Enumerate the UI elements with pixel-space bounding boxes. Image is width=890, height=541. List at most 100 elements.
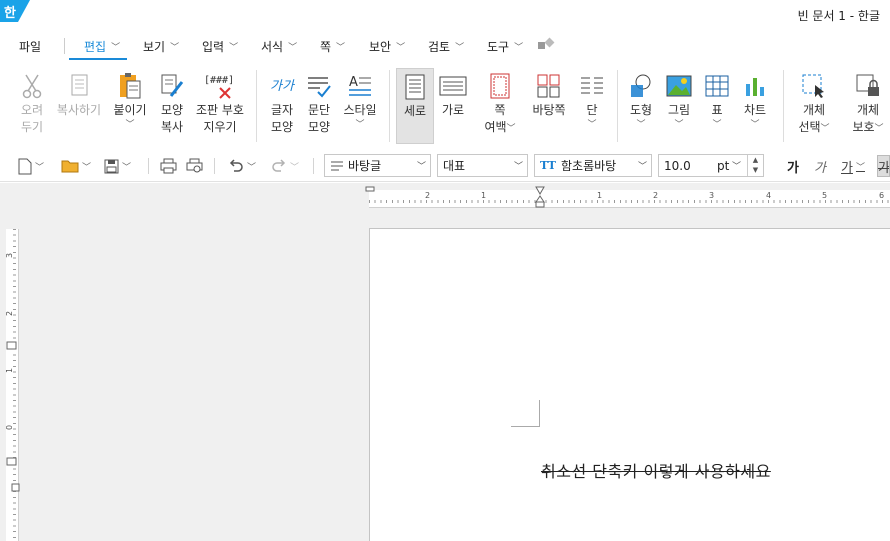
app-logo[interactable]: 한 [0,0,30,22]
menu-bar: 파일 편집 ﹀ 보기 ﹀ 입력 ﹀ 서식 ﹀ 쪽 ﹀ 보안 ﹀ 검토 ﹀ 도구 ﹀ [0,32,890,60]
vertical-margin-marker[interactable] [11,483,21,493]
vertical-margin-marker[interactable] [6,457,18,467]
style-icon: A [346,72,374,100]
open-button[interactable]: ﹀ [61,155,91,177]
vertical-ruler[interactable]: 3 2 1 0 [5,229,21,541]
bold-button[interactable]: 가 [787,155,799,177]
menu-insert[interactable]: 입력 ﹀ [202,38,238,55]
columns-button[interactable]: 단 ﹀ [570,68,614,131]
object-protect-label-2-text: 보호 [852,120,875,134]
undo-button[interactable]: ﹀ [228,155,256,177]
ruler-number: 6 [879,191,885,200]
step-down-icon[interactable]: ▼ [748,165,763,175]
menu-format[interactable]: 서식 ﹀ [261,38,297,55]
title-bar: 한 빈 문서 1 - 한글 [0,0,890,32]
chevron-down-icon: ﹀ [35,162,45,173]
menu-review[interactable]: 검토 ﹀ [428,38,464,55]
ruler-number: 2 [425,191,431,200]
save-icon [104,159,119,173]
chevron-down-icon: ﹀ [170,43,180,53]
ribbon-divider [389,70,390,142]
copy-button[interactable]: 복사하기 [56,68,102,119]
document-text[interactable]: 취소선 단축키 이렇게 사용하세요 [541,458,771,482]
ruler-number: 1 [481,191,487,200]
ruler-number: 1 [5,367,15,374]
para-shape-icon [305,72,333,100]
chevron-down-icon: ﹀ [587,120,597,130]
object-select-label-2: 선택﹀ [792,119,836,136]
left-indent-marker[interactable] [365,186,375,196]
page-margin-label: 쪽 [494,103,506,117]
bold-label: 가 [787,160,799,176]
language-select[interactable]: 대표 ﹀ [437,154,528,177]
cut-button[interactable]: 오려 두기 [10,68,54,136]
underline-button[interactable]: 가 ﹀ [841,155,865,177]
step-up-icon[interactable]: ▲ [748,155,763,165]
chevron-down-icon: ﹀ [247,162,257,173]
object-protect-button[interactable]: 개체 보호﹀ [846,68,890,136]
chevron-down-icon: ﹀ [111,43,121,53]
chevron-down-icon: ﹀ [416,162,426,172]
vertical-margin-marker[interactable] [6,341,18,351]
page-margin-icon [486,72,514,100]
copy-label: 복사하기 [56,103,102,117]
style-button[interactable]: A 스타일 ﹀ [338,68,382,131]
cut-label-2: 두기 [20,120,44,134]
font-size-unit: pt [717,158,730,173]
menu-file[interactable]: 파일 [19,38,41,55]
menu-security[interactable]: 보안 ﹀ [369,38,405,55]
char-shape-icon: 가가 [268,72,296,100]
menu-tools[interactable]: 도구 ﹀ [487,38,523,55]
shape-icon [627,72,655,100]
font-size-field[interactable]: 10.0 pt ﹀ ▲ ▼ [658,154,764,177]
horizontal-ruler[interactable]: 2 1 1 2 3 4 5 6 [365,186,890,208]
chart-button[interactable]: 차트 ﹀ [733,68,777,131]
chevron-down-icon: ﹀ [229,43,239,53]
landscape-button[interactable]: 가로 [434,68,472,119]
remove-marks-button[interactable]: [###] 조판 부호 지우기 [194,68,246,136]
strikethrough-button[interactable]: 가 [877,155,890,177]
menu-review-label: 검토 [428,40,451,54]
format-copy-button[interactable]: 모양 복사 [150,68,194,136]
chart-label: 차트 [743,103,767,117]
format-copy-label-2: 복사 [160,120,184,134]
scissors-icon [18,72,46,100]
style-select[interactable]: 바탕글 ﹀ [324,154,431,177]
print-preview-button[interactable] [186,155,203,177]
para-shape-button[interactable]: 문단 모양 [297,68,341,136]
style-label: 스타일 [343,103,377,117]
master-page-button[interactable]: 바탕쪽 [526,68,572,119]
chevron-down-icon: ﹀ [750,120,760,130]
italic-button[interactable]: 가 [814,155,826,177]
cut-label: 오려 [20,103,44,117]
remove-marks-label-2: 지우기 [203,120,237,134]
menu-tools-label: 도구 [487,40,510,54]
menu-page[interactable]: 쪽 ﹀ [320,38,345,55]
toolbar-divider [148,158,149,174]
print-button[interactable] [160,155,177,177]
new-document-button[interactable]: ﹀ [18,155,44,177]
paste-label: 붙이기 [113,103,147,117]
menu-edit[interactable]: 편집 ﹀ [84,38,120,55]
page-margin-button[interactable]: 쪽 여백﹀ [478,68,522,136]
object-protect-label-2: 보호﹀ [846,119,890,136]
object-select-button[interactable]: 개체 선택﹀ [792,68,836,136]
save-button[interactable]: ﹀ [104,155,131,177]
font-size-stepper[interactable]: ▲ ▼ [747,155,763,176]
menu-view[interactable]: 보기 ﹀ [143,38,179,55]
paragraph-style-icon [331,161,343,170]
redo-button[interactable]: ﹀ [271,155,299,177]
portrait-button[interactable]: 세로 [396,68,434,144]
chevron-down-icon: ﹀ [290,162,300,173]
paste-button[interactable]: 붙이기 ﹀ [108,68,152,131]
language-select-value: 대표 [443,159,466,173]
app-logo-text: 한 [4,5,16,21]
underline-label: 가 [841,160,853,176]
new-document-icon [18,158,32,174]
svg-text:A: A [349,75,358,90]
font-select[interactable]: TT 함초롬바탕 ﹀ [534,154,652,177]
italic-label: 가 [814,160,826,176]
addon-icon[interactable] [537,37,555,53]
document-page[interactable] [369,228,890,541]
first-line-indent-marker[interactable] [535,186,545,210]
